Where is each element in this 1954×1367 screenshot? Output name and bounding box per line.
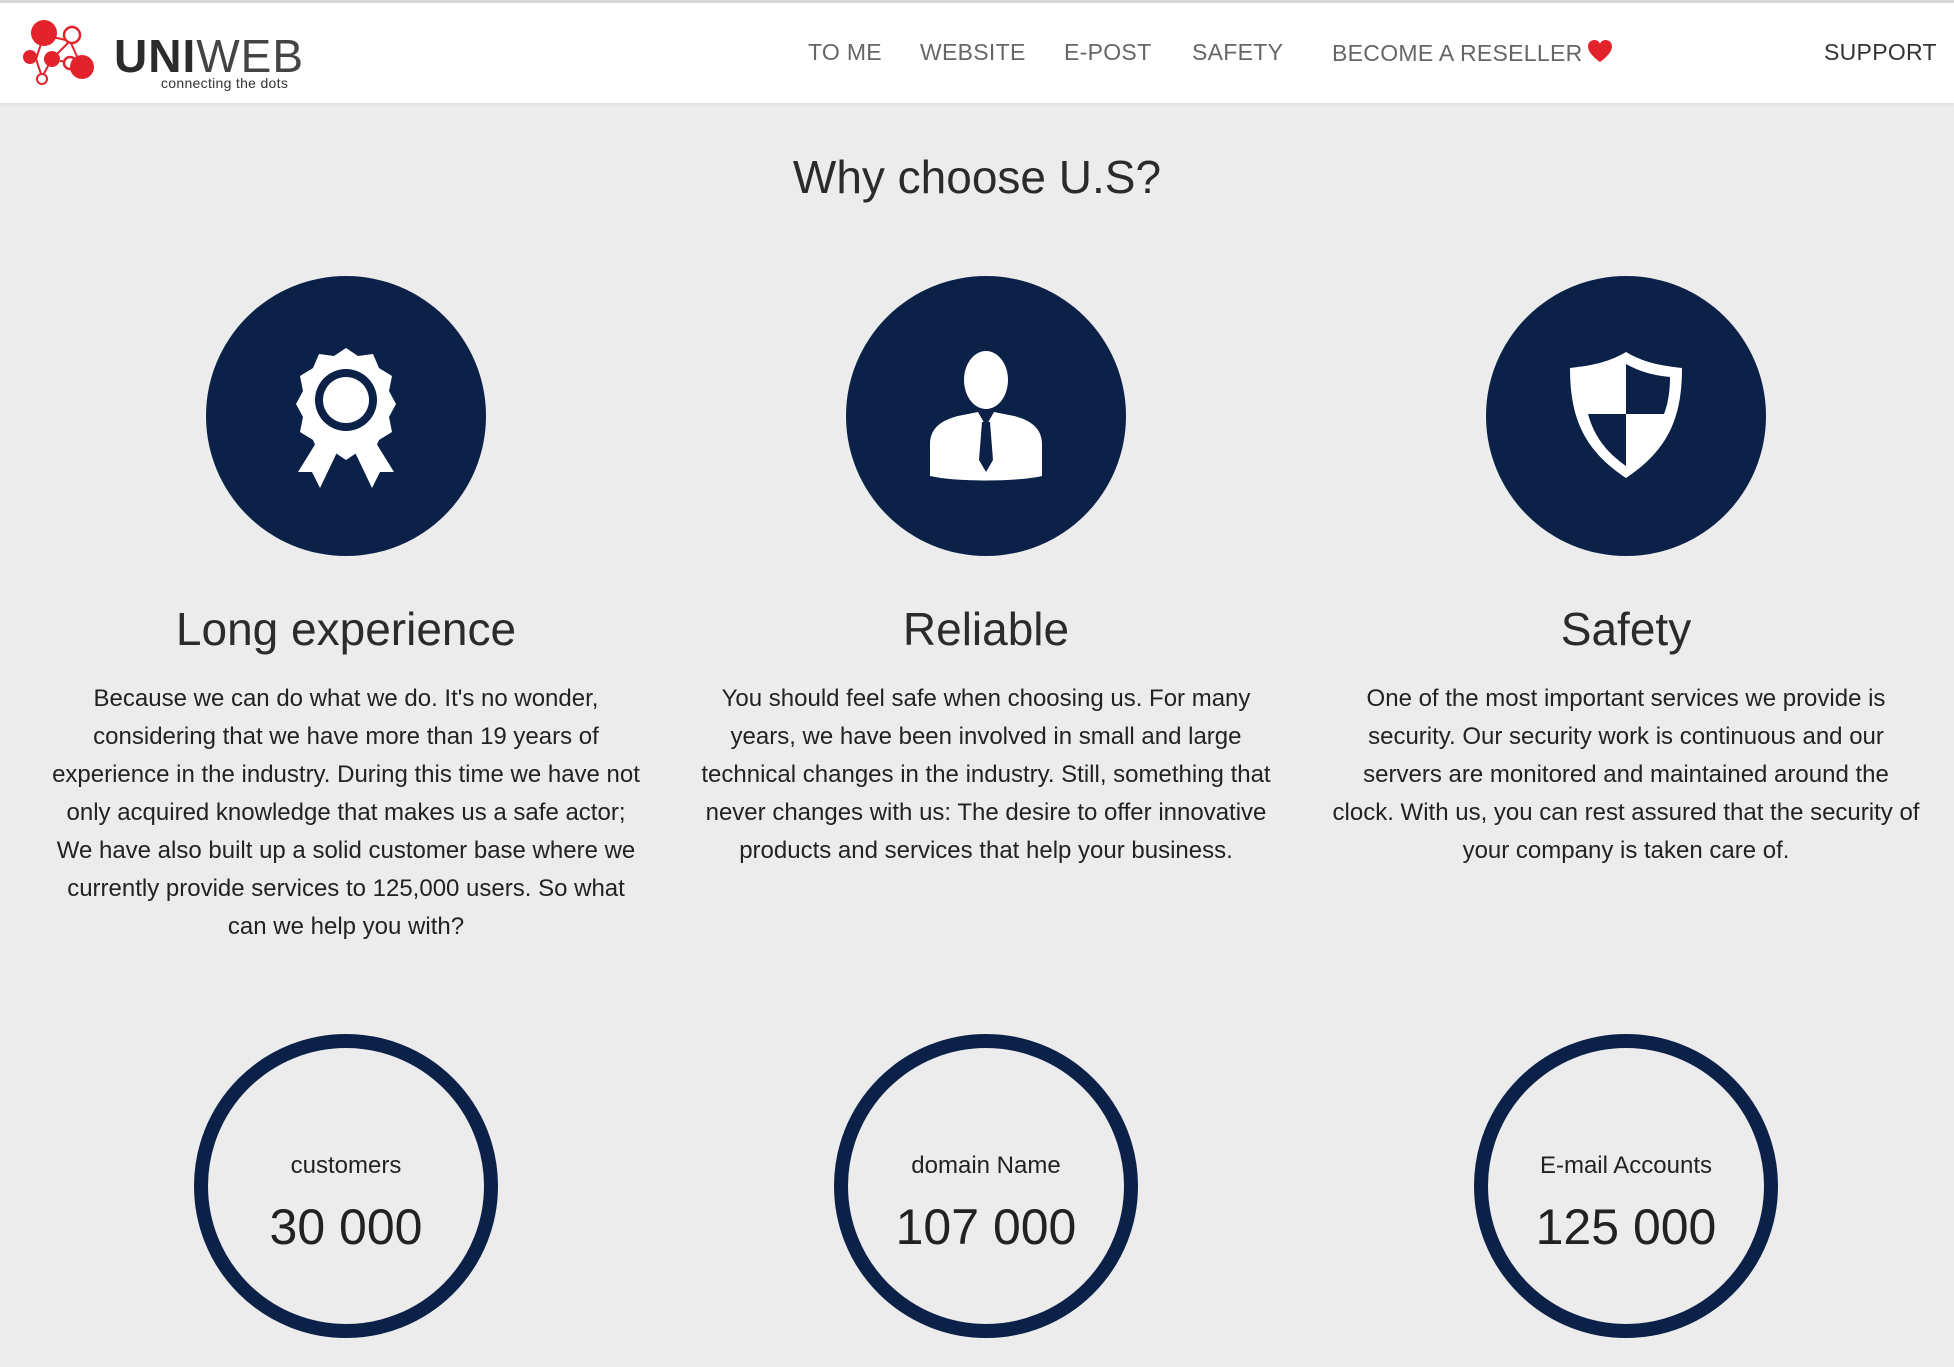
nav-item-become-reseller[interactable]: BECOME A RESELLER <box>1332 39 1613 67</box>
dots-logo-icon <box>23 20 94 85</box>
feature-title: Safety <box>1560 603 1692 655</box>
nav-item-become-reseller-label: BECOME A RESELLER <box>1332 40 1583 66</box>
feature-icon-circle <box>206 276 486 556</box>
nav-item-support[interactable]: SUPPORT <box>1824 39 1937 66</box>
shield-icon <box>1570 352 1682 478</box>
nav-item-to-me[interactable]: TO ME <box>808 39 882 66</box>
stat-domain-names: domain Name 107 000 <box>834 1034 1138 1338</box>
award-ribbon-icon <box>296 348 396 488</box>
stat-label: E-mail Accounts <box>1539 1152 1713 1179</box>
stat-value: 125 000 <box>1535 1199 1717 1255</box>
businessman-icon <box>930 351 1042 481</box>
stat-customers: customers 30 000 <box>194 1034 498 1338</box>
logo-tagline: connecting the dots <box>161 75 289 91</box>
feature-icon-circle <box>846 276 1126 556</box>
feature-text: One of the most important services we pr… <box>1332 685 1920 864</box>
stat-label: domain Name <box>911 1152 1061 1179</box>
uniweb-logo[interactable]: UNIWEB connecting the dots <box>22 15 322 95</box>
feature-text: You should feel safe when choosing us. F… <box>701 685 1271 864</box>
heart-icon <box>1587 40 1612 62</box>
stat-email-accounts: E-mail Accounts 125 000 <box>1474 1034 1778 1338</box>
nav-item-e-post[interactable]: E-POST <box>1064 39 1151 66</box>
feature-text: Because we can do what we do. It's no wo… <box>52 685 640 940</box>
feature-title: Long experience <box>175 603 517 655</box>
site-header: UNIWEB connecting the dots TO ME WEBSITE… <box>0 3 1954 103</box>
stat-value: 107 000 <box>895 1199 1077 1255</box>
stat-value: 30 000 <box>269 1199 423 1255</box>
feature-title: Reliable <box>902 603 1070 655</box>
nav-item-safety[interactable]: SAFETY <box>1192 39 1283 66</box>
stat-label: customers <box>290 1152 402 1179</box>
section-title: Why choose U.S? <box>792 151 1162 203</box>
nav-item-website[interactable]: WEBSITE <box>920 39 1026 66</box>
feature-icon-circle <box>1486 276 1766 556</box>
